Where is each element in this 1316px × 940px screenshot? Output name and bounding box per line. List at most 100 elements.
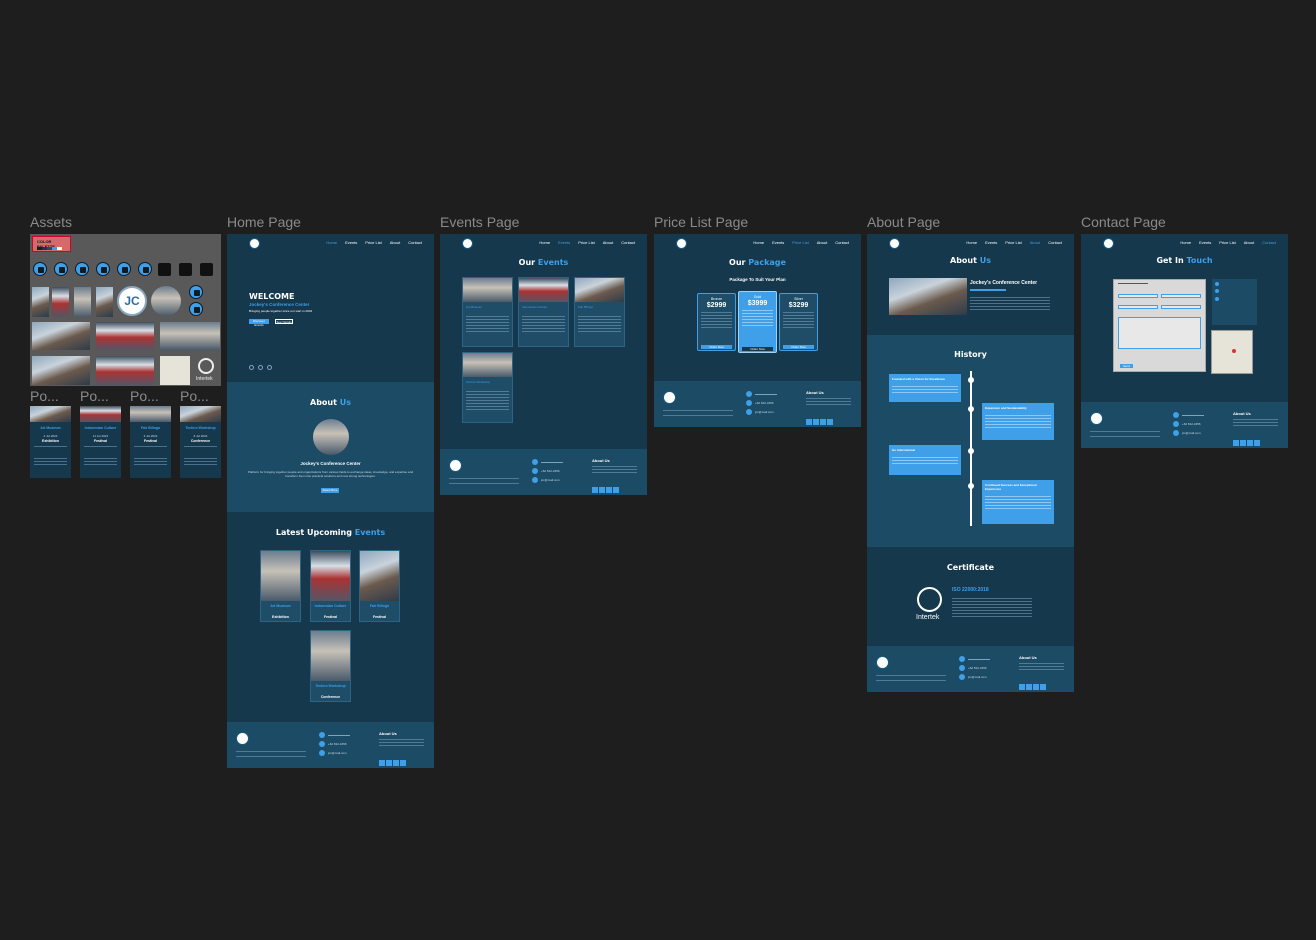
discover-button[interactable]: Discover Events xyxy=(249,319,269,327)
nav-events[interactable]: Events xyxy=(985,240,997,245)
color-palette: COLOR PALETTE xyxy=(32,236,71,252)
home-nav: Home Events Price List About Contact xyxy=(227,234,434,250)
po-label-4[interactable]: Po... xyxy=(180,388,209,404)
frame-label-about[interactable]: About Page xyxy=(867,214,940,230)
footer-phone: +62 812-3456 xyxy=(532,468,563,474)
nav-price[interactable]: Price List xyxy=(1005,240,1021,245)
center-name: Jockey's Conference Center xyxy=(300,461,361,466)
nav-contact[interactable]: Contact xyxy=(1048,240,1062,245)
plan-card-silver[interactable]: Silver $3299 Order Now xyxy=(779,293,818,351)
history-section: History Founded with a Vision for Excell… xyxy=(867,335,1074,547)
event-name: Fair Bilingo xyxy=(369,604,390,608)
frame-label-price[interactable]: Price List Page xyxy=(654,214,748,230)
social-icon[interactable] xyxy=(249,365,254,370)
events-card[interactable]: Techno Workshop xyxy=(462,352,513,423)
nav-price[interactable]: Price List xyxy=(1219,240,1235,245)
nav-home[interactable]: Home xyxy=(326,240,337,245)
nav-price[interactable]: Price List xyxy=(365,240,381,245)
nav-home[interactable]: Home xyxy=(966,240,977,245)
certificate-title: Certificate xyxy=(946,563,995,572)
price-nav: Home Events Price List About Contact xyxy=(654,234,861,250)
event-type: Conference xyxy=(320,695,341,699)
event-card[interactable]: Art Museum Exhibition xyxy=(260,550,301,622)
logo-icon[interactable] xyxy=(889,238,900,249)
nav-events[interactable]: Events xyxy=(558,240,570,245)
form-input[interactable] xyxy=(1118,294,1158,298)
frame-label-assets[interactable]: Assets xyxy=(30,214,72,230)
event-card[interactable]: Techno Workshop Conference xyxy=(310,630,351,702)
events-card[interactable]: Fair Bilingo xyxy=(574,277,625,347)
contact-map[interactable] xyxy=(1211,330,1253,374)
nav-price[interactable]: Price List xyxy=(578,240,594,245)
price-frame[interactable]: Home Events Price List About Contact Our… xyxy=(654,234,861,427)
event-name: Indonesian Culture xyxy=(314,604,347,608)
event-card[interactable]: Indonesian Culture Festival xyxy=(310,550,351,622)
phone-icon-large xyxy=(189,285,203,299)
nav-about[interactable]: About xyxy=(603,240,613,245)
order-button[interactable]: Order Now xyxy=(742,347,773,351)
form-input[interactable] xyxy=(1161,294,1201,298)
message-textarea[interactable] xyxy=(1118,317,1201,349)
frame-label-home[interactable]: Home Page xyxy=(227,214,301,230)
latest-title-hl: Events xyxy=(354,528,386,537)
asset-card-title: Techno Workshop xyxy=(185,426,216,430)
nav-contact[interactable]: Contact xyxy=(621,240,635,245)
asset-card-4[interactable]: Techno Workshop 6 Jul 2024 Conference xyxy=(180,406,221,478)
plan-card-bronze[interactable]: Bronze $2999 Order Now xyxy=(697,293,736,351)
read-more-button[interactable]: Read More xyxy=(321,488,339,493)
nav-events[interactable]: Events xyxy=(345,240,357,245)
events-title: Our xyxy=(518,258,536,267)
event-type: Festival xyxy=(323,615,338,619)
about-text: Platform for bringing together people an… xyxy=(247,470,414,478)
logo-icon[interactable] xyxy=(249,238,260,249)
asset-card-3[interactable]: Fair Bilingo 3 Jul 2024 Festival xyxy=(130,406,171,478)
timeline-card: Continued Success and Exceptional Experi… xyxy=(982,480,1054,524)
nav-events[interactable]: Events xyxy=(772,240,784,245)
iso-title: ISO 22000:2018 xyxy=(952,587,989,593)
home-frame[interactable]: Home Events Price List About Contact WEL… xyxy=(227,234,434,768)
events-card[interactable]: Indonesian Culture xyxy=(518,277,569,347)
po-label-1[interactable]: Po... xyxy=(30,388,59,404)
nav-home[interactable]: Home xyxy=(539,240,550,245)
nav-about[interactable]: About xyxy=(1244,240,1254,245)
form-input[interactable] xyxy=(1161,305,1201,309)
asset-card-1[interactable]: Art Museum 4 Jul 2024 Exhibition xyxy=(30,406,71,478)
nav-about[interactable]: About xyxy=(390,240,400,245)
asset-card-2[interactable]: Indonesian Culture 11 Jul 2024 Festival xyxy=(80,406,121,478)
nav-about[interactable]: About xyxy=(1030,240,1040,245)
po-label-3[interactable]: Po... xyxy=(130,388,159,404)
nav-contact[interactable]: Contact xyxy=(1262,240,1276,245)
plan-name: Silver xyxy=(794,297,803,301)
nav-home[interactable]: Home xyxy=(1180,240,1191,245)
social-icon[interactable] xyxy=(267,365,272,370)
asset-card-type: Festival xyxy=(143,439,158,443)
phone-icon xyxy=(54,262,68,276)
logo-icon[interactable] xyxy=(462,238,473,249)
logo-icon[interactable] xyxy=(676,238,687,249)
nav-about[interactable]: About xyxy=(817,240,827,245)
nav-price[interactable]: Price List xyxy=(792,240,808,245)
form-input[interactable] xyxy=(1118,305,1158,309)
po-label-2[interactable]: Po... xyxy=(80,388,109,404)
about-frame[interactable]: Home Events Price List About Contact Abo… xyxy=(867,234,1074,692)
contact-frame[interactable]: Home Events Price List About Contact Get… xyxy=(1081,234,1288,448)
nav-contact[interactable]: Contact xyxy=(835,240,849,245)
footer-social xyxy=(806,412,834,427)
send-button[interactable]: Send xyxy=(1120,364,1133,368)
details-button[interactable]: See Details xyxy=(275,319,293,324)
assets-frame[interactable]: COLOR PALETTE JC Intertek xyxy=(30,234,221,386)
footer-location xyxy=(746,391,777,397)
nav-events[interactable]: Events xyxy=(1199,240,1211,245)
nav-contact[interactable]: Contact xyxy=(408,240,422,245)
social-icon[interactable] xyxy=(258,365,263,370)
nav-home[interactable]: Home xyxy=(753,240,764,245)
frame-label-contact[interactable]: Contact Page xyxy=(1081,214,1166,230)
plan-card-gold[interactable]: Gold $3999 Order Now xyxy=(738,291,777,353)
frame-label-events[interactable]: Events Page xyxy=(440,214,519,230)
event-card[interactable]: Fair Bilingo Festival xyxy=(359,550,400,622)
logo-icon[interactable] xyxy=(1103,238,1114,249)
order-button[interactable]: Order Now xyxy=(701,345,732,349)
events-frame[interactable]: Home Events Price List About Contact Our… xyxy=(440,234,647,495)
events-card[interactable]: Art Museum xyxy=(462,277,513,347)
order-button[interactable]: Order Now xyxy=(783,345,814,349)
